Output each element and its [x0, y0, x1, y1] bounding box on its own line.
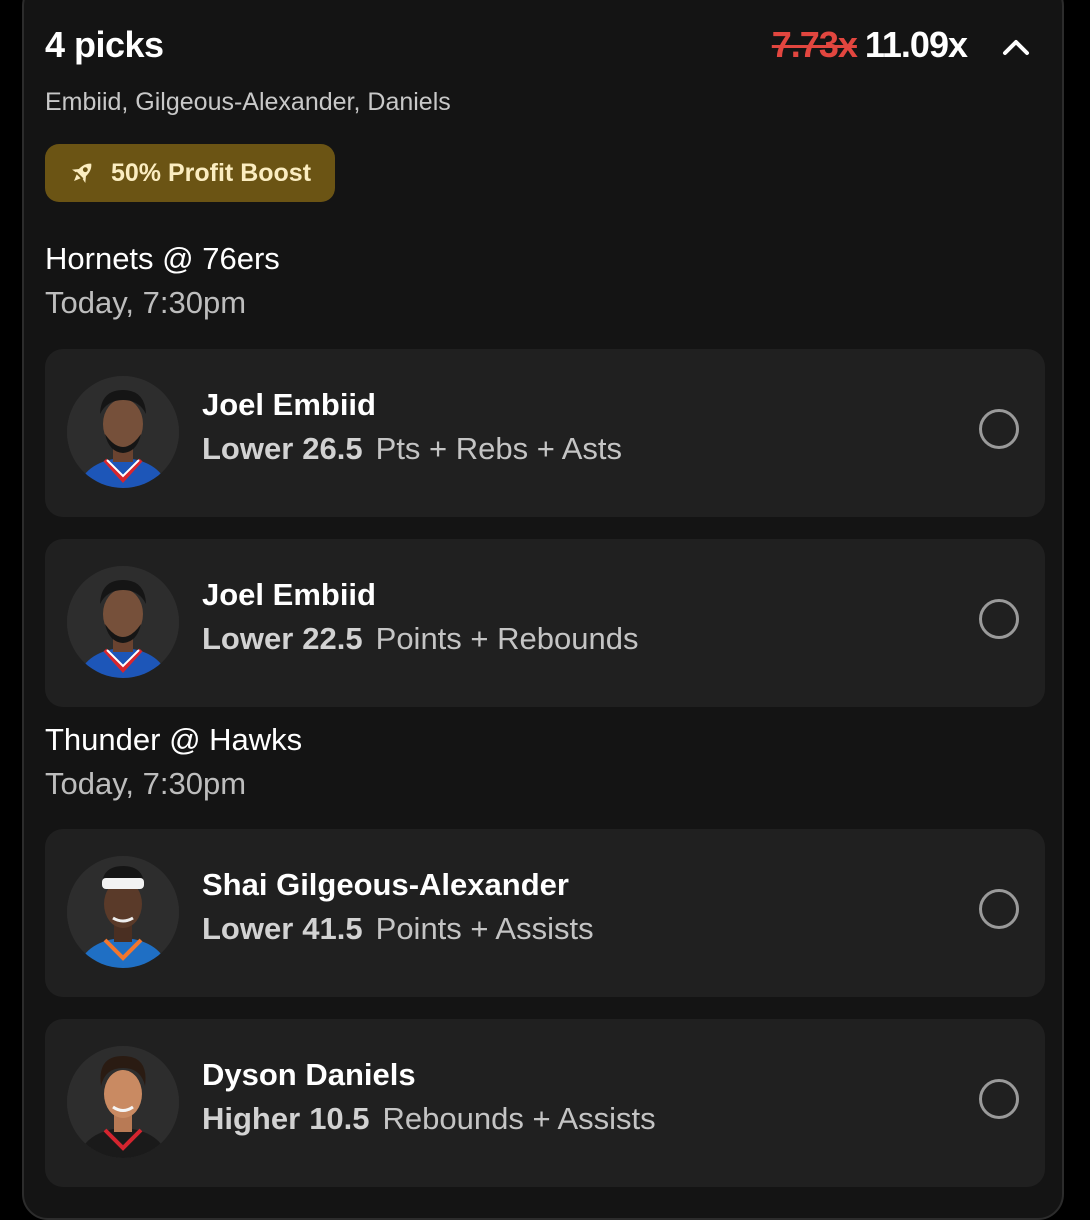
chevron-up-icon: [1003, 40, 1029, 55]
players-summary: Embiid, Gilgeous-Alexander, Daniels: [45, 88, 451, 116]
game-title: Thunder @ Hawks: [45, 722, 303, 757]
pick-radio-button[interactable]: [979, 409, 1019, 449]
pick-stat-type: Points + Assists: [375, 911, 594, 946]
player-avatar: [67, 566, 179, 678]
boosted-multiplier: 11.09x: [864, 24, 968, 65]
pick-stat-type: Pts + Rebs + Asts: [375, 431, 623, 466]
game-title: Hornets @ 76ers: [45, 241, 280, 276]
game-time: Today, 7:30pm: [45, 285, 247, 320]
player-avatar: [67, 376, 179, 488]
pick-card[interactable]: Joel Embiid Lower 22.5 Points + Rebounds: [45, 539, 1045, 707]
pick-projection: Lower 22.5 Points + Rebounds: [202, 621, 638, 657]
rocket-icon: [72, 163, 92, 183]
pick-line-value: 10.5: [309, 1101, 370, 1136]
profit-boost-badge[interactable]: 50% Profit Boost: [45, 144, 336, 202]
picks-count-title: 4 picks: [45, 24, 164, 65]
pick-card[interactable]: Dyson Daniels Higher 10.5 Rebounds + Assis…: [45, 1019, 1045, 1187]
pick-line-value: 22.5: [302, 621, 363, 656]
pick-line-value: 26.5: [302, 431, 363, 466]
pick-card[interactable]: Joel Embiid Lower 26.5 Pts + Rebs + Asts: [45, 349, 1045, 517]
collapse-button[interactable]: [995, 26, 1037, 68]
game-time: Today, 7:30pm: [45, 766, 247, 801]
player-name: Joel Embiid: [202, 577, 376, 612]
pick-card[interactable]: Shai Gilgeous-Alexander Lower 41.5 Points …: [45, 829, 1045, 997]
payout-multiplier: 7.73x 11.09x: [771, 24, 968, 66]
pick-stat-type: Rebounds + Assists: [382, 1101, 656, 1136]
pick-stat-type: Points + Rebounds: [375, 621, 639, 656]
player-name: Joel Embiid: [202, 387, 376, 422]
profit-boost-label: 50% Profit Boost: [111, 158, 312, 187]
pick-projection: Higher 10.5 Rebounds + Assists: [202, 1101, 656, 1137]
picks-header: 4 picks 7.73x 11.09x: [45, 24, 1045, 70]
pick-radio-button[interactable]: [979, 599, 1019, 639]
pick-projection: Lower 26.5 Pts + Rebs + Asts: [202, 431, 622, 467]
pick-projection: Lower 41.5 Points + Assists: [202, 911, 594, 947]
player-avatar: [67, 1046, 179, 1158]
pick-radio-button[interactable]: [979, 1079, 1019, 1119]
player-name: Shai Gilgeous-Alexander: [202, 867, 569, 902]
pick-line-value: 41.5: [302, 911, 363, 946]
pick-radio-button[interactable]: [979, 889, 1019, 929]
pick-direction: Lower: [202, 621, 294, 656]
pick-direction: Higher: [202, 1101, 301, 1136]
pick-direction: Lower: [202, 911, 294, 946]
original-multiplier: 7.73x: [771, 24, 858, 65]
pick-direction: Lower: [202, 431, 294, 466]
player-name: Dyson Daniels: [202, 1057, 416, 1092]
player-avatar: [67, 856, 179, 968]
